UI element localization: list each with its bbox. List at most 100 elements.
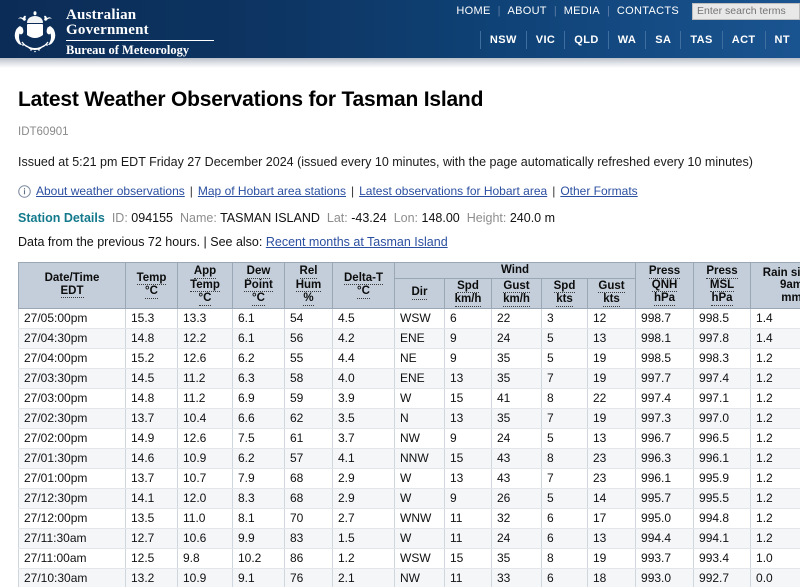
cell-dir: ENE [394, 327, 445, 349]
cell-temp: 14.9 [125, 427, 178, 449]
cell-deltat: 3.7 [332, 427, 395, 449]
col-header-temp[interactable]: Temp °C [125, 262, 178, 309]
cell-qnh: 993.0 [635, 567, 695, 587]
cell-spd_kts: 8 [541, 547, 588, 569]
nav-about[interactable]: ABOUT [500, 0, 553, 22]
nav-contacts[interactable]: CONTACTS [610, 0, 686, 22]
link-about-weather-observations[interactable]: About weather observations [36, 184, 185, 198]
cell-dewpoint: 6.3 [232, 367, 285, 389]
col-header-wind-spd-kts[interactable]: Spd kts [541, 277, 588, 309]
table-row: 27/12:00pm 13.5 11.0 8.1 70 2.7 WNW 11 32 6 17 995.… [18, 507, 800, 529]
col-header-spdkts-line2: kts [556, 293, 573, 307]
state-nav-nt[interactable]: NT [766, 31, 800, 49]
cell-dewpoint: 6.9 [232, 387, 285, 409]
cell-deltat: 4.2 [332, 327, 395, 349]
state-nav-tas[interactable]: TAS [681, 31, 723, 49]
link-latest-observations-hobart[interactable]: Latest observations for Hobart area [359, 184, 547, 198]
col-header-spdkmh-line1: Spd [457, 279, 479, 293]
state-nav-sa[interactable]: SA [646, 31, 682, 49]
col-header-press-qnh[interactable]: Press QNH hPa [635, 262, 695, 309]
cell-msl: 994.8 [693, 507, 752, 529]
state-nav-nsw[interactable]: NSW [479, 31, 527, 49]
cell-spd_kts: 7 [541, 467, 588, 489]
col-header-relhum-line3: % [303, 292, 314, 306]
cell-relhum: 57 [284, 447, 333, 469]
cell-gust_kts: 12 [586, 307, 637, 329]
cell-relhum: 61 [284, 427, 333, 449]
cell-gust_kts: 19 [586, 547, 637, 569]
table-head: Date/Time EDT Temp °C App Temp °C Dew Po… [18, 262, 800, 309]
cell-gust_kts: 19 [586, 347, 637, 369]
cell-gust_kts: 13 [586, 327, 637, 349]
cell-spd_kts: 6 [541, 507, 588, 529]
col-header-relhum-line1: Rel [299, 265, 318, 279]
cell-datetime: 27/01:30pm [18, 447, 126, 469]
col-header-qnh-line2: QNH [651, 278, 678, 292]
cell-rain: 1.2 [750, 427, 800, 449]
cell-temp: 13.5 [125, 507, 178, 529]
state-nav-wa[interactable]: WA [609, 31, 647, 49]
cell-dewpoint: 6.1 [232, 327, 285, 349]
cell-spd_kts: 8 [541, 387, 588, 409]
bom-title: Bureau of Meteorology [66, 43, 190, 57]
cell-rain: 0.0 [750, 567, 800, 587]
cell-spd_kts: 8 [541, 447, 588, 469]
col-header-spdkmh-line2: km/h [454, 293, 482, 307]
cell-rain: 1.2 [750, 347, 800, 369]
station-id-value: 094155 [131, 211, 174, 225]
col-header-delta-t[interactable]: Delta-T °C [332, 262, 395, 309]
previous-hours-note: Data from the previous 72 hours. | See a… [18, 235, 782, 249]
cell-spd_kmh: 9 [444, 427, 492, 449]
col-header-relative-humidity[interactable]: Rel Hum % [284, 262, 333, 309]
table-body: 27/05:00pm 15.3 13.3 6.1 54 4.5 WSW 6 22 3 12 998.7… [18, 307, 800, 587]
utility-nav: HOME | ABOUT | MEDIA | CONTACTS [449, 0, 800, 22]
link-separator: | [552, 184, 556, 198]
government-branding[interactable]: Australian Government Bureau of Meteorol… [12, 6, 214, 57]
col-header-press-msl[interactable]: Press MSL hPa [693, 262, 752, 309]
state-nav-qld[interactable]: QLD [565, 31, 609, 49]
station-name-value: TASMAN ISLAND [220, 211, 320, 225]
cell-dir: WSW [394, 547, 445, 569]
col-header-wind-dir[interactable]: Dir [394, 277, 445, 309]
col-header-wind-gust-kts[interactable]: Gust kts [586, 277, 637, 309]
col-header-dew-line2: Point [244, 278, 273, 292]
link-other-formats[interactable]: Other Formats [560, 184, 637, 198]
cell-temp: 14.8 [125, 327, 178, 349]
cell-deltat: 4.4 [332, 347, 395, 369]
cell-spd_kmh: 11 [444, 527, 492, 549]
cell-datetime: 27/02:00pm [18, 427, 126, 449]
state-nav-vic[interactable]: VIC [527, 31, 566, 49]
col-header-relhum-line2: Hum [295, 278, 322, 292]
table-row: 27/04:00pm 15.2 12.6 6.2 55 4.4 NE 9 35 5 19 998.5 9… [18, 347, 800, 369]
cell-apptemp: 11.2 [177, 367, 233, 389]
cell-msl: 997.8 [693, 327, 752, 349]
cell-rain: 1.0 [750, 547, 800, 569]
nav-home[interactable]: HOME [449, 0, 497, 22]
cell-temp: 13.2 [125, 567, 178, 587]
nav-media[interactable]: MEDIA [557, 0, 607, 22]
previous-hours-text: Data from the previous 72 hours. | See a… [18, 235, 263, 249]
cell-dir: NNW [394, 447, 445, 469]
cell-spd_kmh: 9 [444, 487, 492, 509]
cell-dewpoint: 10.2 [232, 547, 285, 569]
cell-msl: 995.9 [693, 467, 752, 489]
col-header-wind-spd-kmh[interactable]: Spd km/h [444, 277, 492, 309]
col-header-dew-point[interactable]: Dew Point °C [232, 262, 285, 309]
cell-rain: 1.2 [750, 447, 800, 469]
search-input[interactable] [692, 2, 800, 20]
col-header-datetime[interactable]: Date/Time EDT [18, 262, 126, 309]
col-header-apparent-temp[interactable]: App Temp °C [177, 262, 233, 309]
observations-table-wrapper: Date/Time EDT Temp °C App Temp °C Dew Po… [18, 262, 800, 587]
link-map-of-hobart-area-stations[interactable]: Map of Hobart area stations [198, 184, 346, 198]
cell-apptemp: 12.0 [177, 487, 233, 509]
col-header-wind-gust-kmh[interactable]: Gust km/h [491, 277, 542, 309]
cell-msl: 992.7 [693, 567, 752, 587]
cell-spd_kts: 5 [541, 427, 588, 449]
col-header-rain-since-9am[interactable]: Rain since 9am mm [750, 262, 800, 309]
cell-apptemp: 12.6 [177, 427, 233, 449]
cell-qnh: 995.7 [635, 487, 695, 509]
cell-dewpoint: 9.1 [232, 567, 285, 587]
state-nav-act[interactable]: ACT [723, 31, 766, 49]
col-header-gustkts-line2: kts [603, 293, 620, 307]
link-recent-months[interactable]: Recent months at Tasman Island [266, 235, 448, 249]
